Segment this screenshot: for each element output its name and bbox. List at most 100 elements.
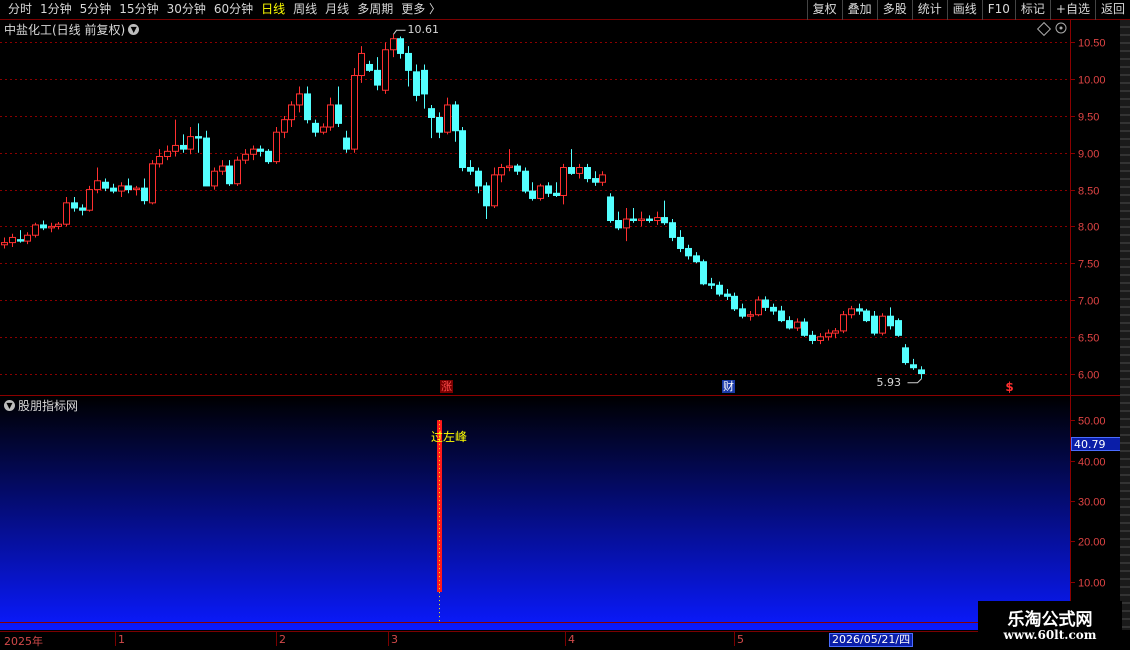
candle-down	[436, 116, 443, 133]
candle-up	[832, 330, 839, 334]
candle-down	[677, 236, 684, 249]
candle-up	[1, 242, 8, 246]
candle-down	[226, 165, 233, 185]
candle-down	[459, 130, 466, 169]
date-label-feb: 2	[279, 633, 286, 646]
candle-down	[553, 192, 560, 196]
candle-up	[273, 131, 280, 163]
date-label-year: 2025年	[4, 635, 43, 648]
candle-down	[661, 217, 668, 224]
candle-up	[48, 225, 55, 229]
candle-down	[522, 170, 529, 192]
candle-up	[86, 189, 93, 211]
chevron-down-icon[interactable]: ▼	[4, 400, 15, 411]
signal-label: 过左峰	[431, 430, 468, 444]
candle-up	[9, 236, 16, 244]
candle-up	[281, 119, 288, 133]
date-label-jan: 1	[118, 633, 125, 646]
candle-up	[320, 126, 327, 133]
date-label-may: 5	[737, 633, 744, 646]
candle-down	[265, 150, 272, 163]
candle-up	[506, 165, 513, 169]
watermark-title: 乐淘公式网	[1007, 610, 1093, 630]
candle-up	[825, 332, 832, 338]
candle-up	[24, 234, 31, 242]
candle-up	[599, 174, 606, 183]
candle-down	[102, 181, 109, 189]
event-marker-dollar[interactable]: $	[1003, 381, 1016, 394]
candle-up	[32, 224, 39, 236]
candle-up	[288, 104, 295, 121]
candle-up	[444, 104, 451, 133]
candlestick-series	[1, 29, 925, 384]
candle-up	[55, 223, 62, 227]
candle-down	[475, 170, 482, 187]
indicator-series	[437, 420, 442, 622]
date-label-apr: 4	[568, 633, 575, 646]
indicator-tick-label: 40.00	[1078, 457, 1106, 469]
candle-up	[747, 314, 754, 317]
candle-down	[335, 104, 342, 124]
date-label-mar: 3	[391, 633, 398, 646]
event-marker-rise[interactable]: 涨	[440, 380, 453, 393]
candle-down	[195, 136, 202, 139]
candle-down	[17, 239, 24, 242]
candle-up	[638, 218, 645, 222]
high-price-label: 10.61	[407, 23, 440, 37]
price-axis: 10.50 10.00 9.50 9.00 8.50 8.00 7.50 7.00 6.50 6.…	[1070, 38, 1106, 382]
candle-down	[79, 207, 86, 211]
price-tick-label: 10.00	[1078, 75, 1106, 87]
candle-down	[312, 122, 319, 133]
candle-down	[770, 306, 777, 312]
candle-down	[778, 310, 785, 322]
candle-down	[910, 364, 917, 369]
candle-down	[71, 202, 78, 209]
chart-canvas[interactable]: 10.50 10.00 9.50 9.00 8.50 8.00 7.50 7.00 6.50 6.…	[0, 0, 1130, 650]
candle-up	[351, 75, 358, 150]
signal-bar	[437, 420, 442, 592]
low-pointer	[907, 378, 922, 384]
candle-down	[630, 218, 637, 222]
candle-up	[63, 202, 70, 225]
candle-down	[374, 69, 381, 86]
candle-up	[576, 167, 583, 174]
event-marker-finance[interactable]: 财	[722, 380, 735, 393]
price-tick-label: 8.00	[1078, 222, 1099, 234]
candle-down	[366, 63, 373, 71]
candle-up	[491, 174, 498, 207]
cursor-date: 2026/05/21/四	[829, 633, 914, 647]
candle-down	[452, 104, 459, 132]
candle-up	[172, 144, 179, 152]
price-tick-label: 7.00	[1078, 296, 1099, 308]
candle-up	[817, 336, 824, 341]
candle-down	[592, 178, 599, 183]
indicator-tick-label: 50.00	[1078, 416, 1106, 428]
candle-down	[545, 185, 552, 194]
candle-down	[895, 320, 902, 336]
price-tick-label: 6.50	[1078, 333, 1099, 345]
candle-down	[786, 320, 793, 329]
candle-down	[615, 220, 622, 229]
candle-down	[568, 167, 575, 174]
grid-lines	[0, 42, 1070, 375]
candle-up	[133, 187, 140, 191]
indicator-current-value: 40.79	[1071, 437, 1121, 451]
candle-up	[498, 167, 505, 176]
candle-down	[887, 315, 894, 327]
candle-down	[739, 308, 746, 317]
candle-up	[164, 150, 171, 157]
candle-down	[584, 167, 591, 180]
candle-down	[685, 247, 692, 257]
candle-down	[405, 52, 412, 71]
candle-down	[607, 196, 614, 222]
candle-down	[693, 255, 700, 263]
candle-down	[724, 293, 731, 297]
candle-down	[203, 137, 210, 187]
candle-up	[219, 165, 226, 172]
indicator-tick-label: 30.00	[1078, 497, 1106, 509]
candle-down	[529, 190, 536, 199]
candle-up	[840, 314, 847, 332]
candle-up	[187, 136, 194, 150]
side-scroll-strip[interactable]	[1120, 20, 1130, 630]
candle-up	[242, 153, 249, 161]
